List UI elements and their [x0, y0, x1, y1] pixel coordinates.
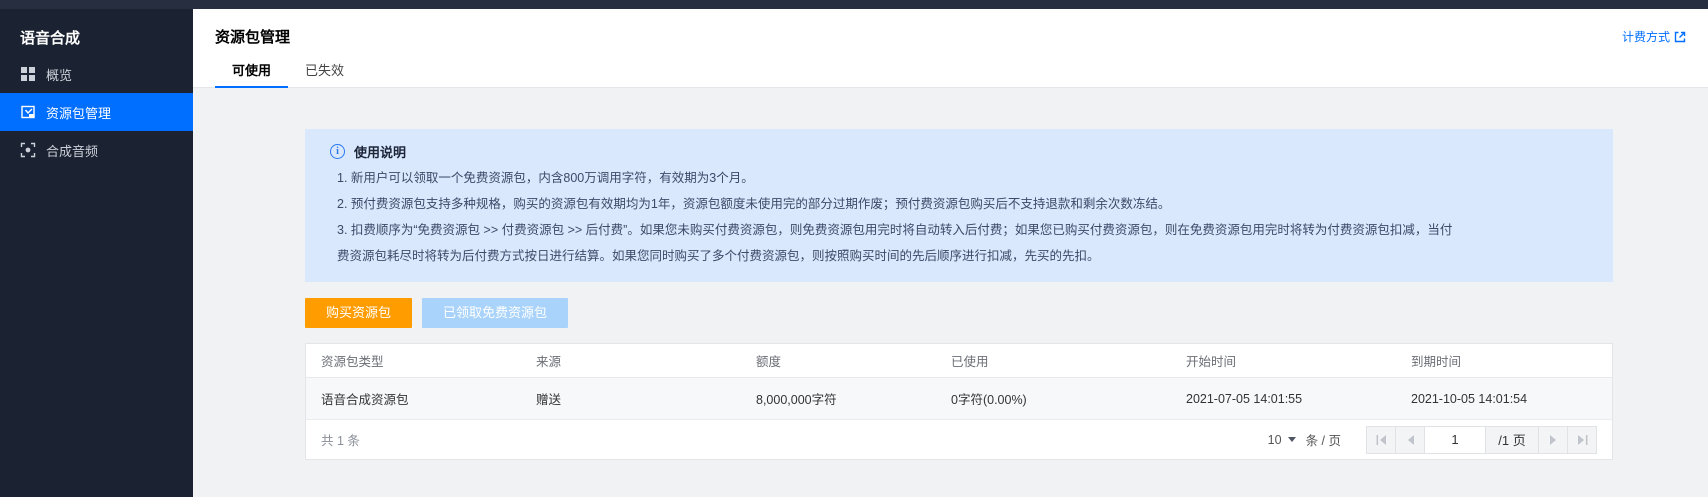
billing-method-link[interactable]: 计费方式 [1622, 28, 1686, 45]
sidebar-item-synth-audio[interactable]: 合成音频 [0, 131, 193, 169]
sidebar-product-title: 语音合成 [0, 9, 193, 47]
sidebar-item-label: 概览 [46, 65, 72, 84]
next-page-icon [1548, 435, 1559, 445]
col-header-quota: 额度 [756, 351, 951, 370]
cell-source: 赠送 [536, 389, 756, 408]
current-page-input[interactable] [1424, 426, 1486, 454]
resource-pack-table: 资源包类型 来源 额度 已使用 开始时间 到期时间 语音合成资源包 赠送 8,0… [305, 343, 1613, 460]
content-area: i 使用说明 1. 新用户可以领取一个免费资源包，内含800万调用字符，有效期为… [193, 89, 1708, 497]
chevron-down-icon [1288, 437, 1296, 442]
sidebar: 语音合成 概览 资源包管理 合成音频 [0, 9, 193, 497]
global-top-bar [0, 0, 1708, 9]
main-area: 资源包管理 计费方式 可使用 已失效 i 使用说明 1. 新用户可以领取一个免费… [193, 9, 1708, 497]
table-header-row: 资源包类型 来源 额度 已使用 开始时间 到期时间 [306, 344, 1612, 378]
action-buttons: 购买资源包 已领取免费资源包 [305, 298, 568, 328]
page-title: 资源包管理 [215, 26, 290, 47]
last-page-button[interactable] [1567, 426, 1597, 454]
col-header-expire-time: 到期时间 [1411, 351, 1612, 370]
prev-page-icon [1405, 435, 1416, 445]
col-header-type: 资源包类型 [321, 351, 536, 370]
sidebar-item-label: 资源包管理 [46, 103, 111, 122]
grid-icon [20, 66, 36, 82]
table-row: 语音合成资源包 赠送 8,000,000字符 0字符(0.00%) 2021-0… [306, 378, 1612, 420]
col-header-used: 已使用 [951, 351, 1186, 370]
page-nav-group: /1 页 [1367, 426, 1597, 454]
tab-available[interactable]: 可使用 [215, 56, 288, 88]
notice-header: i 使用说明 [330, 142, 1463, 161]
notice-title: 使用说明 [354, 142, 406, 161]
notice-list: 1. 新用户可以领取一个免费资源包，内含800万调用字符，有效期为3个月。 2.… [337, 165, 1463, 269]
page-size-select[interactable]: 10 [1268, 433, 1296, 447]
cell-start-time: 2021-07-05 14:01:55 [1186, 392, 1411, 406]
billing-link-label: 计费方式 [1622, 28, 1670, 45]
col-header-start-time: 开始时间 [1186, 351, 1411, 370]
first-page-button[interactable] [1366, 426, 1396, 454]
free-pack-claimed-button[interactable]: 已领取免费资源包 [422, 298, 568, 328]
notice-item: 1. 新用户可以领取一个免费资源包，内含800万调用字符，有效期为3个月。 [337, 165, 1463, 191]
tab-expired[interactable]: 已失效 [288, 56, 361, 88]
usage-notice: i 使用说明 1. 新用户可以领取一个免费资源包，内含800万调用字符，有效期为… [305, 129, 1613, 282]
sidebar-item-label: 合成音频 [46, 141, 98, 160]
page-header: 资源包管理 计费方式 可使用 已失效 [193, 9, 1708, 88]
external-link-icon [1674, 31, 1686, 43]
total-pages-label: /1 页 [1485, 426, 1539, 454]
page-size-value: 10 [1268, 433, 1282, 447]
notice-item: 2. 预付费资源包支持多种规格，购买的资源包有效期均为1年，资源包额度未使用完的… [337, 191, 1463, 217]
col-header-source: 来源 [536, 351, 756, 370]
sidebar-item-overview[interactable]: 概览 [0, 55, 193, 93]
next-page-button[interactable] [1538, 426, 1568, 454]
info-icon: i [330, 144, 345, 159]
pagination-bar: 共 1 条 10 条 / 页 / [306, 420, 1612, 459]
cell-pack-type: 语音合成资源包 [321, 389, 536, 408]
first-page-icon [1376, 435, 1387, 445]
buy-resource-pack-button[interactable]: 购买资源包 [305, 298, 412, 328]
cell-quota: 8,000,000字符 [756, 389, 951, 408]
total-count-label: 共 1 条 [321, 430, 360, 449]
pagination-controls: 10 条 / 页 /1 页 [1268, 426, 1597, 454]
package-icon [20, 104, 36, 120]
audio-focus-icon [20, 142, 36, 158]
cell-expire-time: 2021-10-05 14:01:54 [1411, 392, 1612, 406]
prev-page-button[interactable] [1395, 426, 1425, 454]
cell-used: 0字符(0.00%) [951, 389, 1186, 408]
notice-item: 3. 扣费顺序为“免费资源包 >> 付费资源包 >> 后付费”。如果您未购买付费… [337, 217, 1463, 269]
last-page-icon [1577, 435, 1588, 445]
sidebar-menu: 概览 资源包管理 合成音频 [0, 55, 193, 169]
status-tabs: 可使用 已失效 [215, 56, 361, 88]
sidebar-item-resource-packs[interactable]: 资源包管理 [0, 93, 193, 131]
page-size-unit: 条 / 页 [1306, 430, 1341, 449]
